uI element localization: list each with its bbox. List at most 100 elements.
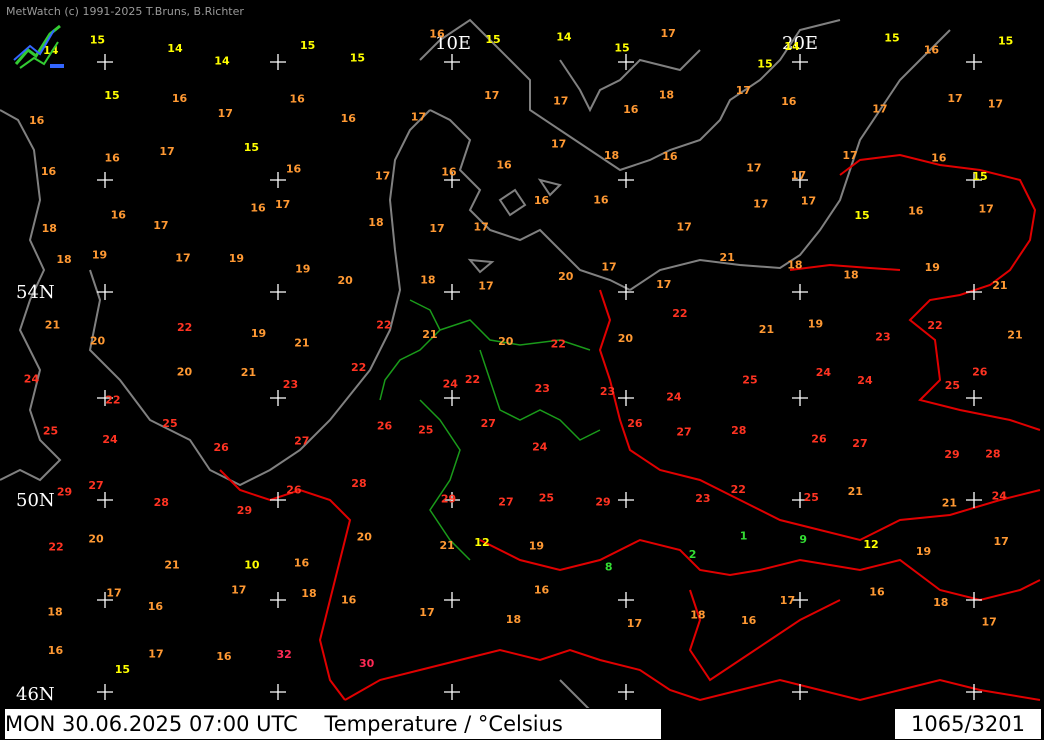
temperature-observation: 17 [746, 162, 761, 175]
temperature-observation: 24 [857, 374, 873, 387]
temperature-observation: 22 [48, 541, 63, 554]
temperature-observation: 16 [781, 95, 797, 108]
temperature-observation: 17 [419, 606, 434, 619]
temperature-observation: 17 [231, 584, 246, 597]
copyright-credit: MetWatch (c) 1991-2025 T.Bruns, B.Richte… [6, 5, 244, 18]
temperature-observation: 16 [429, 28, 445, 41]
temperature-observation: 21 [1007, 329, 1022, 342]
temperature-observation: 21 [422, 328, 437, 341]
temperature-observation: 21 [294, 337, 309, 350]
temperature-observation: 16 [908, 205, 924, 218]
temperature-observation: 17 [375, 169, 390, 182]
temperature-observation: 16 [48, 644, 64, 657]
temperature-observation: 16 [623, 103, 639, 116]
temperature-observation: 15 [90, 33, 105, 46]
temperature-observation: 24 [532, 440, 548, 453]
temperature-observation: 16 [741, 614, 757, 627]
footer-counter: 1065/3201 [911, 712, 1025, 736]
temperature-observation: 19 [92, 249, 107, 262]
temperature-observation: 17 [218, 107, 233, 120]
temperature-map: 10E 20E 54N 50N 46N 14151414151516 15 1415… [0, 0, 1044, 740]
temperature-observation: 8 [605, 560, 613, 573]
temperature-observation: 23 [283, 378, 298, 391]
temperature-observation: 17 [175, 251, 190, 264]
temperature-observation: 18 [56, 253, 71, 266]
temperature-observation: 17 [979, 203, 994, 216]
temperature-observation: 17 [553, 95, 568, 108]
temperature-observation: 24 [816, 366, 832, 379]
temperature-observation: 23 [600, 385, 615, 398]
temperature-observation: 20 [88, 532, 104, 545]
temperature-observation: 26 [286, 484, 302, 497]
temperature-observation: 19 [916, 545, 931, 558]
temperature-observation: 27 [88, 479, 103, 492]
temperature-observation: 17 [551, 138, 566, 151]
footer-title-box: MON 30.06.2025 07:00 UTC Temperature / °… [4, 708, 662, 740]
temperature-observation: 29 [57, 486, 72, 499]
metwatch-logo-icon [13, 24, 64, 69]
temperature-observation: 1 [740, 529, 748, 542]
temperature-observation: 25 [804, 491, 819, 504]
temperature-observation: 17 [148, 648, 163, 661]
temperature-observation: 22 [351, 361, 366, 374]
temperature-observation: 18 [787, 259, 802, 272]
temperature-observation: 18 [506, 613, 521, 626]
temperature-observation: 17 [656, 278, 671, 291]
temperature-observation: 15 [485, 33, 500, 46]
temperature-observation: 15 [104, 89, 119, 102]
temperature-observation: 15 [998, 35, 1013, 48]
temperature-observation: 2 [689, 548, 697, 561]
temperature-observation: 12 [474, 536, 489, 549]
temperature-observation: 18 [47, 606, 62, 619]
temperature-observation: 15 [244, 141, 259, 154]
temperature-observation: 19 [229, 252, 244, 265]
temperature-observation: 17 [627, 617, 642, 630]
temperature-observation: 27 [676, 425, 691, 438]
temperature-observation: 16 [148, 600, 164, 613]
temperature-observation: 17 [474, 221, 489, 234]
temperature-observation: 21 [241, 366, 256, 379]
temperature-observation: 17 [411, 111, 426, 124]
temperature-observation: 17 [275, 198, 290, 211]
temperature-observation: 24 [102, 433, 118, 446]
temperature-observation: 16 [931, 152, 947, 165]
temperature-observation: 17 [982, 615, 997, 628]
temperature-observation: 21 [45, 319, 60, 332]
temperature-observation: 20 [338, 274, 354, 287]
temperature-observation: 26 [972, 366, 988, 379]
temperature-observation: 23 [535, 382, 550, 395]
temperature-observation: 25 [945, 379, 960, 392]
temperature-observation: 27 [481, 417, 496, 430]
footer-title: Temperature / °Celsius [324, 712, 563, 736]
temperature-observation: 16 [341, 112, 357, 125]
temperature-observation: 17 [478, 280, 493, 293]
temperature-observation: 16 [441, 166, 457, 179]
temperature-observation: 27 [852, 437, 867, 450]
temperature-observation: 20 [498, 335, 514, 348]
temperature-observation: 30 [359, 657, 375, 670]
temperature-observation: 27 [498, 496, 513, 509]
temperature-observation: 24 [666, 391, 682, 404]
temperature-observation: 9 [799, 533, 807, 546]
temperature-observation: 17 [801, 194, 816, 207]
temperature-observation: 21 [164, 559, 179, 572]
temperature-observation: 21 [759, 323, 774, 336]
temperature-observation: 14 [556, 31, 572, 44]
temperature-observation: 22 [672, 307, 687, 320]
footer-datetime: MON 30.06.2025 07:00 UTC [5, 712, 298, 736]
temperature-observation: 18 [933, 596, 948, 609]
temperature-observation: 22 [177, 321, 192, 334]
temperature-observation: 27 [294, 435, 309, 448]
status-footer: MON 30.06.2025 07:00 UTC Temperature / °… [0, 708, 1044, 740]
temperature-observation: 17 [780, 594, 795, 607]
temperature-observation: 10 [244, 559, 260, 572]
temperature-observation: 17 [601, 261, 616, 274]
temperature-observation: 19 [295, 262, 310, 275]
temperature-observation: 18 [420, 273, 435, 286]
temperature-observation: 17 [753, 198, 768, 211]
temperature-observation: 16 [662, 150, 678, 163]
temperature-observation: 24 [992, 490, 1008, 503]
temperature-observation: 29 [944, 448, 959, 461]
temperature-observation: 28 [731, 424, 746, 437]
temperature-observation: 28 [154, 496, 169, 509]
